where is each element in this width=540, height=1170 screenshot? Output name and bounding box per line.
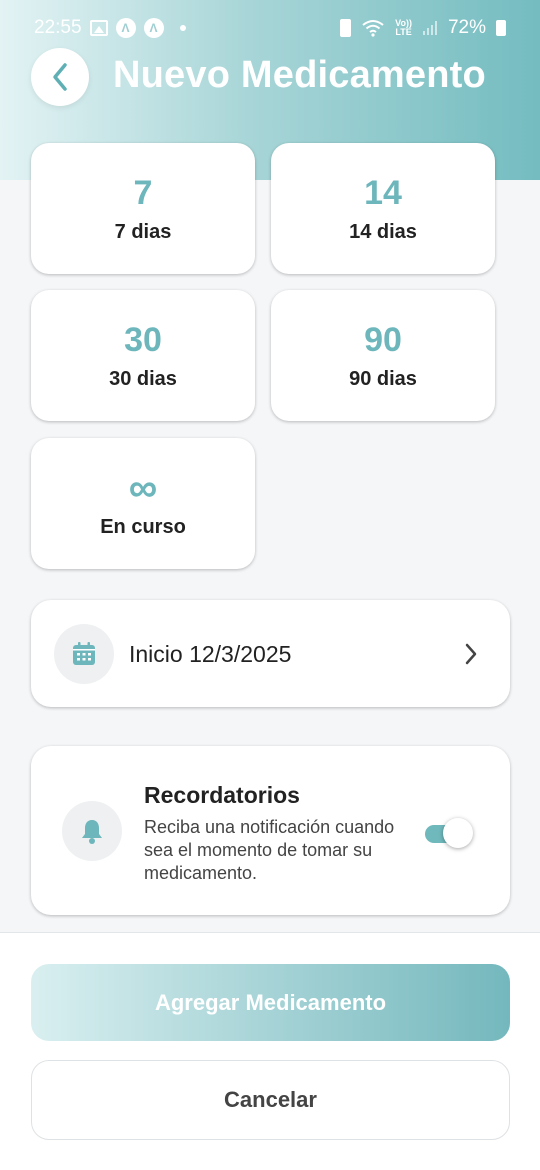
lte-indicator: Vo)) LTE <box>395 18 412 37</box>
chevron-right-icon <box>465 643 477 665</box>
bell-icon <box>82 820 102 844</box>
duration-value: 30 <box>124 321 162 359</box>
battery-saver-icon <box>340 19 352 37</box>
calendar-icon <box>73 642 95 665</box>
add-medication-button[interactable]: Agregar Medicamento <box>31 964 510 1041</box>
duration-option-14[interactable]: 14 14 dias <box>271 143 495 274</box>
battery-percent: 72% <box>447 17 486 38</box>
duration-option-7[interactable]: 7 7 dias <box>31 143 255 274</box>
reminders-title: Recordatorios <box>144 782 300 808</box>
status-bar: 22:55 Λ Λ Vo)) LTE 72% <box>0 0 540 58</box>
duration-label: En curso <box>100 516 186 538</box>
signal-icon <box>422 21 437 35</box>
duration-option-90[interactable]: 90 90 dias <box>271 290 495 421</box>
duration-label: 7 dias <box>114 221 172 243</box>
more-notifications-icon <box>179 25 186 31</box>
back-button[interactable] <box>31 48 89 106</box>
duration-label: 14 dias <box>349 221 417 243</box>
duration-value: 7 <box>133 174 153 212</box>
status-right: Vo)) LTE 72% <box>340 17 506 39</box>
reminders-toggle[interactable] <box>425 818 473 850</box>
toggle-thumb <box>443 818 473 848</box>
gallery-icon <box>89 20 108 36</box>
duration-option-30[interactable]: 30 30 dias <box>31 290 255 421</box>
reminders-description: Reciba una notificación cuando sea el mo… <box>144 817 395 883</box>
app-notification-icon: Λ <box>143 18 164 38</box>
status-left: 22:55 Λ Λ <box>34 17 186 39</box>
battery-icon <box>496 20 506 36</box>
calendar-icon-container <box>54 624 114 684</box>
screen: 22:55 Λ Λ Vo)) LTE 72% Nuevo Medicamento… <box>0 0 540 1170</box>
infinity-icon: ∞ <box>128 466 158 510</box>
duration-label: 30 dias <box>109 368 177 390</box>
duration-option-ongoing[interactable]: ∞ En curso <box>31 438 255 569</box>
app-notification-icon: Λ <box>115 18 136 38</box>
bell-icon-container <box>62 801 122 861</box>
wifi-icon <box>362 20 384 37</box>
status-time: 22:55 <box>34 17 82 38</box>
chevron-left-icon <box>53 63 67 91</box>
cancel-button[interactable]: Cancelar <box>31 1060 510 1140</box>
duration-value: 14 <box>364 174 402 212</box>
start-date-selector[interactable]: Inicio 12/3/2025 <box>31 600 510 707</box>
reminders-card: Recordatorios Reciba una notificación cu… <box>31 746 510 915</box>
duration-label: 90 dias <box>349 368 417 390</box>
start-date-label: Inicio 12/3/2025 <box>129 641 292 667</box>
page-title: Nuevo Medicamento <box>113 54 486 96</box>
duration-value: 90 <box>364 321 402 359</box>
